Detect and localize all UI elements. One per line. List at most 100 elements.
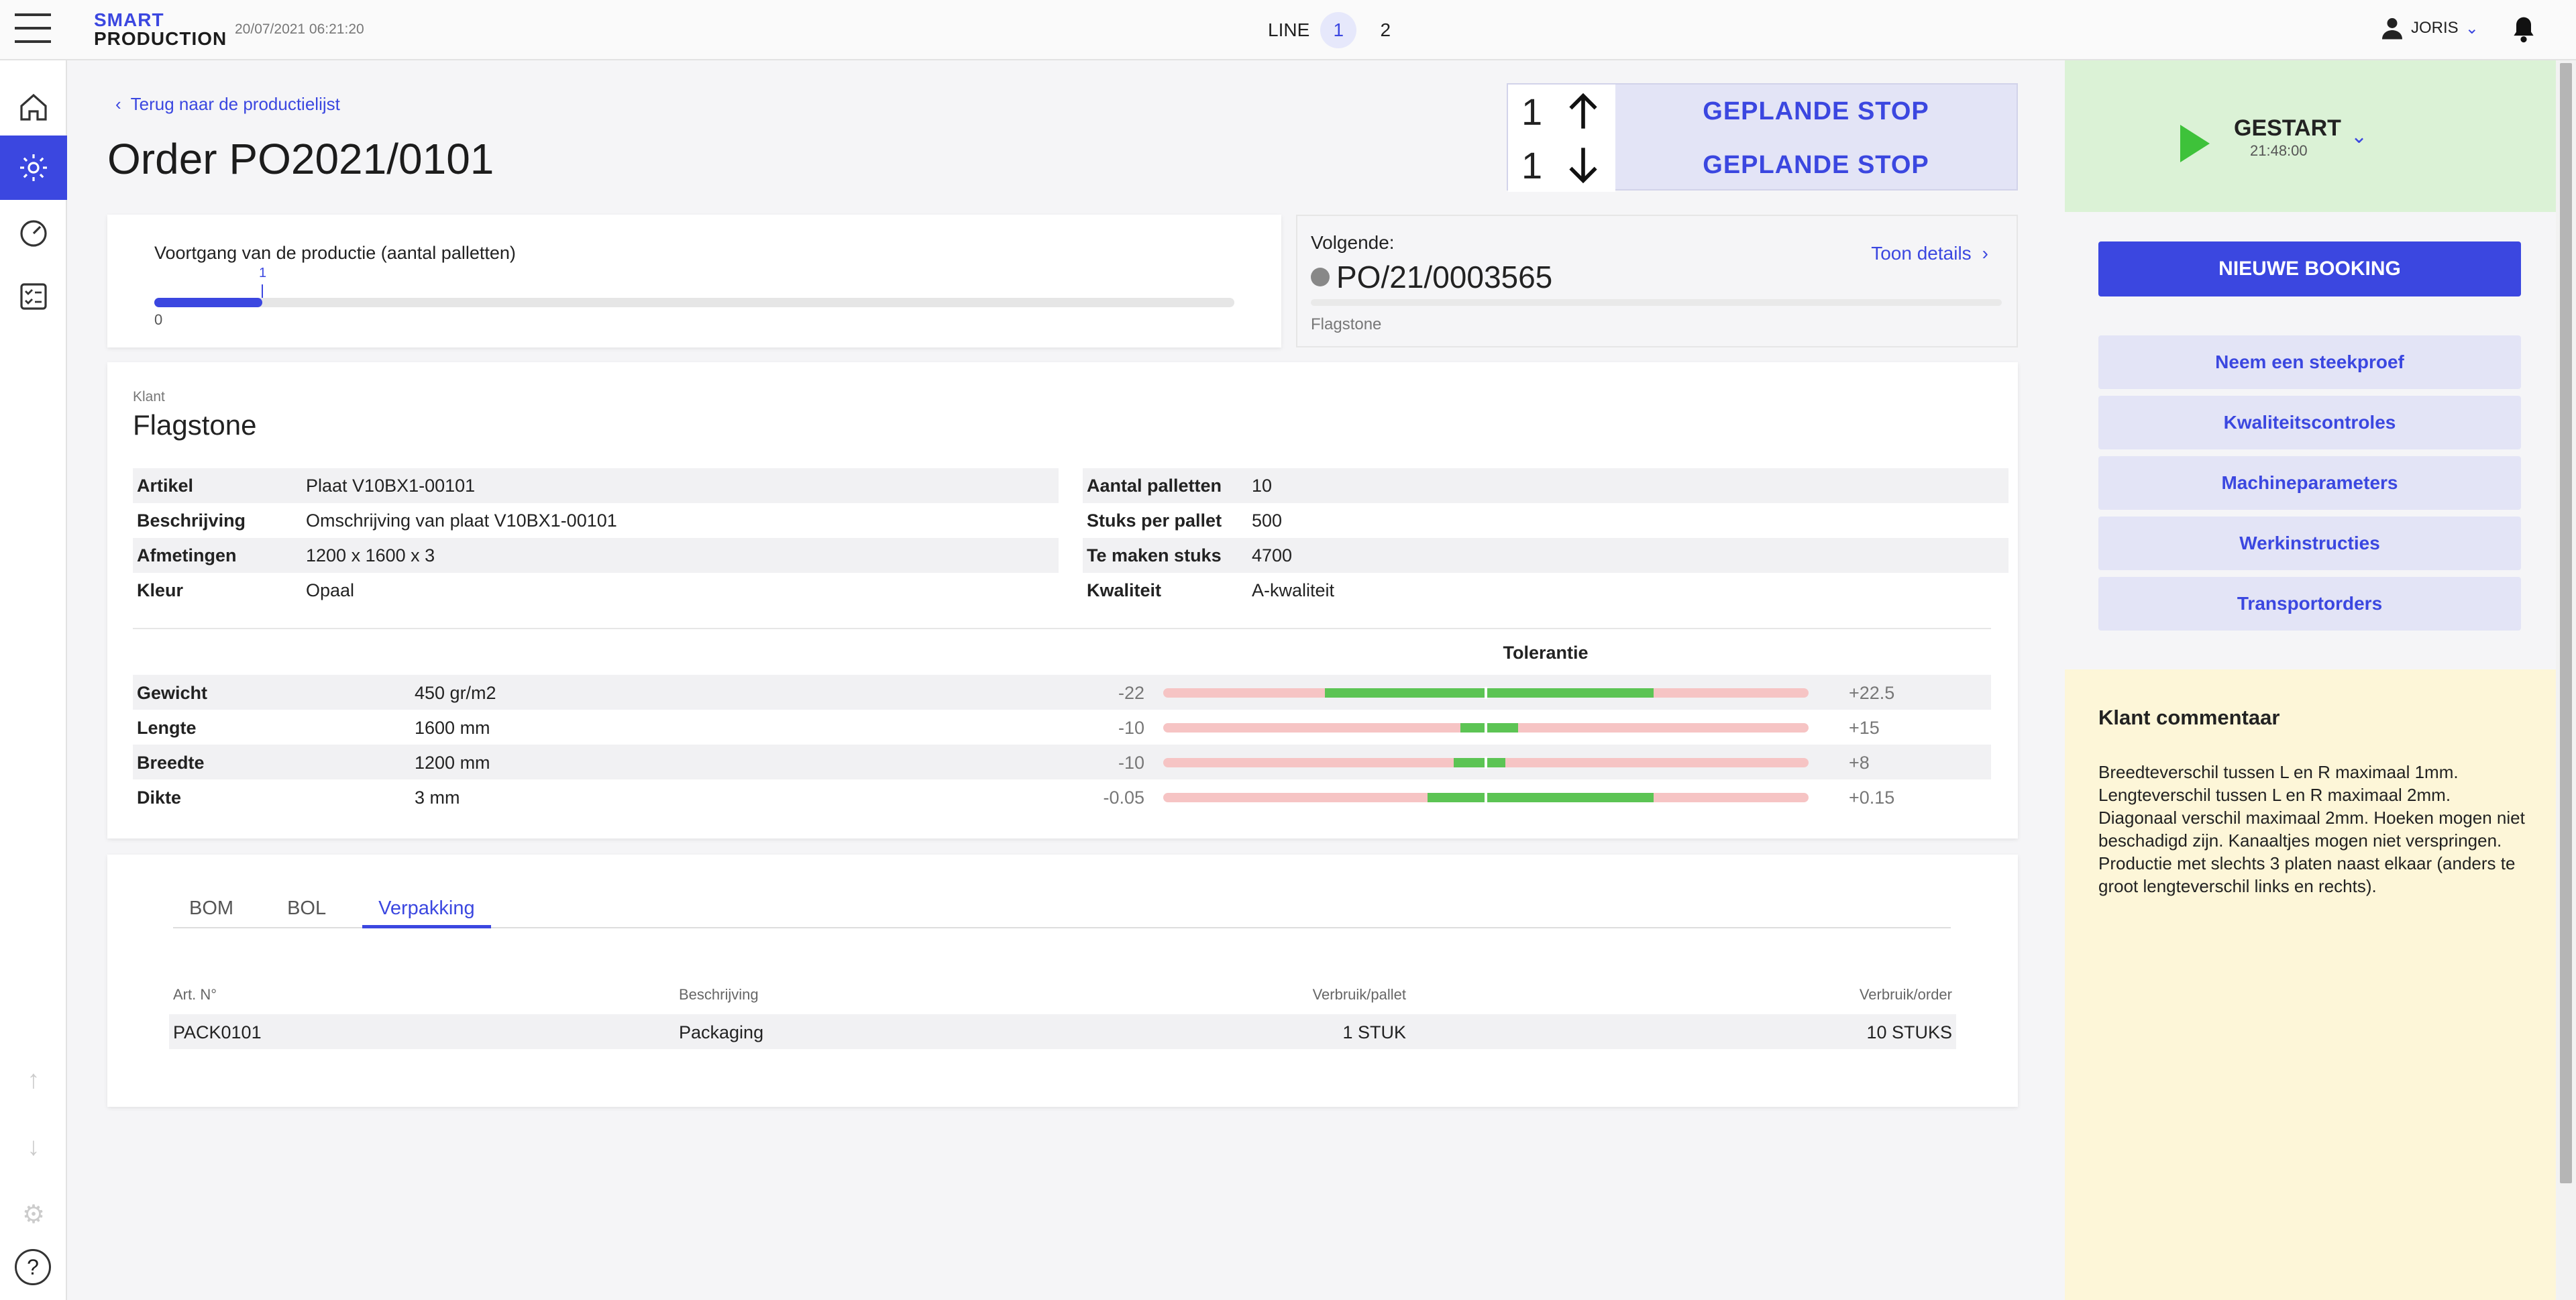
scrollbar[interactable]	[2556, 60, 2576, 1300]
chevron-left-icon: ‹	[115, 94, 121, 114]
tab-verpakking[interactable]: Verpakking	[362, 895, 491, 928]
next-progress-bar	[1311, 299, 2002, 306]
machine-parameters-button[interactable]: Machineparameters	[2098, 456, 2521, 510]
datetime: 20/07/2021 06:21:20	[235, 21, 364, 37]
machine-icon: ⚙	[21, 1200, 46, 1229]
line-1-button[interactable]: 1	[1320, 12, 1357, 48]
left-nav: ↑ ↓ ⚙	[0, 60, 67, 1300]
table-cell: PACK0101	[173, 1022, 262, 1042]
tolerance-value: 1200 mm	[415, 753, 490, 773]
back-link[interactable]: ‹ Terug naar de productielijst	[115, 94, 340, 115]
tolerance-ok-range	[1428, 793, 1654, 802]
user-menu[interactable]: JORIS ⌄	[2380, 16, 2479, 40]
status-time: 21:48:00	[2250, 142, 2308, 159]
status-panel[interactable]: GESTART 21:48:00 ⌄	[2065, 60, 2556, 212]
tolerance-value: 450 gr/m2	[415, 683, 496, 703]
scroll-up-icon[interactable]: ↑	[0, 1053, 67, 1107]
tolerance-max: +22.5	[1849, 683, 1895, 703]
quality-checks-button[interactable]: Kwaliteitscontroles	[2098, 396, 2521, 449]
tolerance-bar	[1163, 792, 1809, 804]
line-selector: LINE 1 2	[1268, 12, 1403, 48]
transport-orders-button[interactable]: Transportorders	[2098, 577, 2521, 631]
tab-bol[interactable]: BOL	[271, 895, 342, 928]
row-value: A-kwaliteit	[1252, 580, 1335, 600]
line-2-button[interactable]: 2	[1367, 12, 1403, 48]
progress-title: Voortgang van de productie (aantal palle…	[154, 243, 516, 263]
tolerance-min: -10	[1118, 753, 1144, 773]
customer-comment-panel: Klant commentaar Breedteverschil tussen …	[2065, 669, 2556, 1300]
next-order-card: Volgende: PO/21/0003565 Toon details › F…	[1296, 215, 2018, 347]
menu-icon[interactable]	[15, 13, 51, 46]
tolerance-table: Gewicht 450 gr/m2 -22 +22.5 Lengte 1600 …	[133, 675, 1991, 814]
table-row: PACK0101 Packaging 1 STUK 10 STUKS	[169, 1014, 1956, 1049]
tolerance-bar	[1163, 687, 1809, 699]
row-key: Te maken stuks	[1087, 545, 1222, 565]
table-row: Beschrijving Omschrijving van plaat V10BX…	[133, 503, 1059, 538]
table-row: Stuks per pallet 500	[1083, 503, 2008, 538]
tolerance-ok-range	[1324, 688, 1654, 698]
chevron-right-icon: ›	[1982, 243, 1988, 264]
tab-bom[interactable]: BOM	[173, 895, 250, 928]
tolerance-center	[1485, 687, 1487, 699]
chevron-down-icon: ⌄	[2465, 19, 2479, 38]
article-table: Artikel Plaat V10BX1-00101 Beschrijving Om…	[133, 468, 1059, 608]
planned-stop-down[interactable]: 1 GEPLANDE STOP	[1508, 138, 2017, 192]
table-cell: 1 STUK	[1342, 1022, 1406, 1042]
table-header: Art. N° Beschrijving Verbruik/pallet Ver…	[169, 986, 1956, 1006]
progress-min: 0	[154, 311, 163, 328]
klant-name: Flagstone	[133, 409, 257, 441]
scrollbar-thumb[interactable]	[2560, 63, 2572, 1183]
tolerance-key: Breedte	[137, 753, 205, 773]
tolerance-title: Tolerantie	[1503, 643, 1589, 663]
arrow-down-icon	[1569, 148, 1597, 184]
sample-button[interactable]: Neem een steekproef	[2098, 335, 2521, 389]
table-row: Te maken stuks 4700	[1083, 538, 2008, 573]
new-booking-button[interactable]: NIEUWE BOOKING	[2098, 241, 2521, 296]
planned-stop-up[interactable]: 1 GEPLANDE STOP	[1508, 85, 2017, 138]
logo-line-2: PRODUCTION	[94, 28, 227, 49]
table-cell: 10 STUKS	[1866, 1022, 1952, 1042]
next-po: PO/21/0003565	[1311, 259, 1552, 295]
row-key: Stuks per pallet	[1087, 510, 1222, 531]
row-key: Afmetingen	[137, 545, 237, 565]
row-value: 10	[1252, 475, 1273, 496]
progress-marker-label: 1	[259, 266, 267, 280]
show-details-label: Toon details	[1871, 243, 1972, 264]
tolerance-center	[1485, 792, 1487, 804]
tolerance-row: Breedte 1200 mm -10 +8	[133, 745, 1991, 779]
row-key: Aantal palletten	[1087, 475, 1222, 496]
column-header: Verbruik/order	[1859, 986, 1952, 1003]
tolerance-value: 1600 mm	[415, 718, 490, 738]
table-cell: Packaging	[679, 1022, 764, 1042]
next-po-number: PO/21/0003565	[1336, 260, 1553, 294]
next-customer: Flagstone	[1311, 315, 1382, 333]
tolerance-min: -22	[1118, 683, 1144, 703]
back-link-label: Terug naar de productielijst	[130, 94, 340, 114]
help-icon[interactable]: ?	[15, 1249, 51, 1285]
row-key: Artikel	[137, 475, 194, 496]
work-instructions-button[interactable]: Werkinstructies	[2098, 517, 2521, 570]
page-title: Order PO2021/0101	[107, 135, 494, 183]
user-icon	[2382, 18, 2402, 40]
show-details-link[interactable]: Toon details ›	[1871, 243, 1988, 264]
settings-icon[interactable]	[0, 136, 67, 200]
next-label: Volgende:	[1311, 232, 1395, 253]
progress-bar	[154, 298, 1234, 307]
row-value: Plaat V10BX1-00101	[306, 475, 476, 496]
tolerance-max: +8	[1849, 753, 1870, 773]
bell-icon[interactable]	[2509, 15, 2538, 52]
table-row: Kleur Opaal	[133, 573, 1059, 608]
home-icon[interactable]	[0, 75, 67, 140]
checklist-icon[interactable]	[0, 264, 67, 329]
actions-panel: NIEUWE BOOKING Neem een steekproef Kwali…	[2065, 212, 2556, 669]
scroll-down-icon[interactable]: ↓	[0, 1120, 67, 1174]
progress-card: Voortgang van de productie (aantal palle…	[107, 215, 1340, 347]
row-key: Beschrijving	[137, 510, 246, 531]
tolerance-row: Gewicht 450 gr/m2 -22 +22.5	[133, 675, 1991, 710]
chevron-down-icon[interactable]: ⌄	[2351, 125, 2367, 148]
tolerance-bar	[1163, 757, 1809, 769]
table-row: Kwaliteit A-kwaliteit	[1083, 573, 2008, 608]
tolerance-row: Dikte 3 mm -0.05 +0.15	[133, 779, 1991, 814]
tolerance-key: Dikte	[137, 788, 182, 808]
gauge-icon[interactable]	[0, 200, 67, 264]
